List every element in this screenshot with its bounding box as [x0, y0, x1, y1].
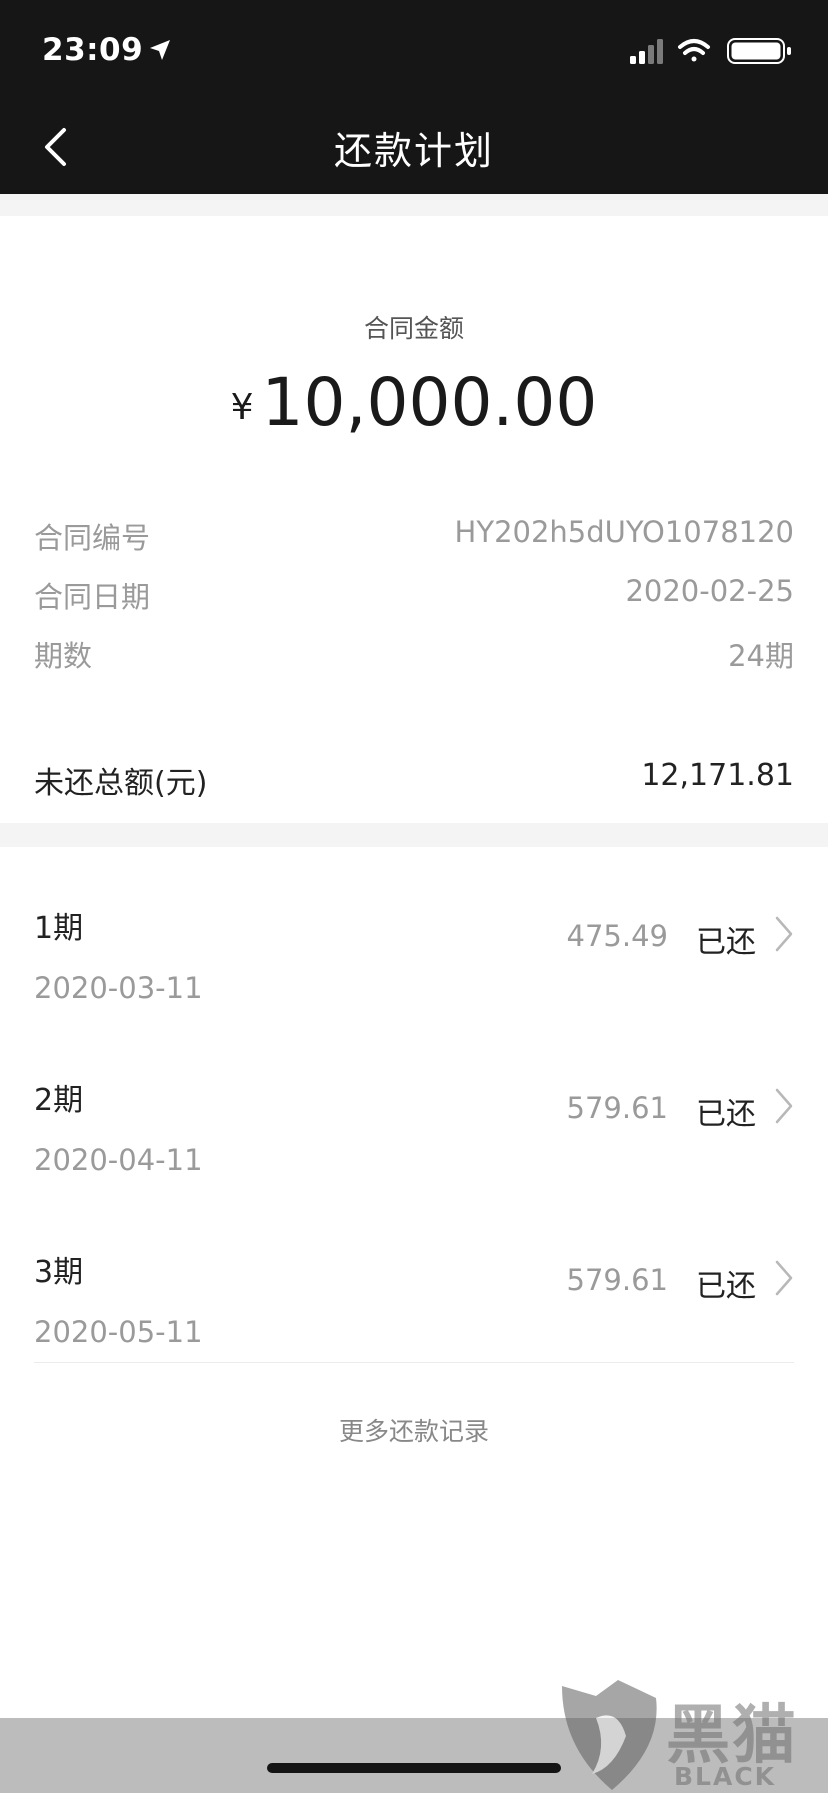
home-indicator[interactable] [267, 1763, 561, 1773]
contract-date-row: 合同日期 2020-02-25 [34, 574, 794, 614]
installment-period: 3期 [34, 1255, 84, 1290]
location-arrow-icon [150, 40, 170, 60]
installment-status: 已还 [696, 1097, 756, 1132]
outstanding-total-label: 未还总额(元) [34, 766, 208, 801]
installment-row[interactable]: 2期 2020-04-11 579.61 已还 [34, 1075, 794, 1195]
installment-amount: 579.61 [566, 1263, 668, 1297]
page-title: 还款计划 [333, 129, 494, 173]
installment-status: 已还 [696, 925, 756, 960]
periods-value: 24期 [728, 639, 794, 673]
contract-date-label: 合同日期 [34, 580, 151, 614]
black-cat-watermark: 黑猫 BLACK CAT [556, 1678, 828, 1793]
installment-amount: 475.49 [566, 919, 668, 953]
installment-period: 2期 [34, 1083, 84, 1118]
contract-number-row: 合同编号 HY202h5dUYO1078120 [34, 515, 794, 555]
section-spacer-mid [0, 823, 828, 847]
cat-shield-logo-icon [562, 1680, 657, 1790]
installment-period: 1期 [34, 911, 84, 946]
currency-symbol: ¥ [230, 387, 254, 428]
battery-icon [727, 38, 791, 64]
status-time: 23:09 [42, 32, 144, 68]
installment-status: 已还 [696, 1269, 756, 1304]
contract-number-value: HY202h5dUYO1078120 [454, 515, 794, 549]
installment-date: 2020-04-11 [34, 1143, 203, 1177]
chevron-right-icon [775, 916, 793, 952]
installment-amount: 579.61 [566, 1091, 668, 1125]
contract-amount: ¥10,000.00 [0, 364, 828, 441]
contract-date-value: 2020-02-25 [625, 574, 794, 608]
watermark-name-en: BLACK CAT [674, 1762, 777, 1793]
top-header: 23:09 还款计划 [0, 0, 828, 194]
outstanding-total-row: 未还总额(元) 12,171.81 [34, 758, 794, 801]
installment-date: 2020-03-11 [34, 971, 203, 1005]
cellular-signal-icon [630, 39, 663, 64]
chevron-right-icon [775, 1088, 793, 1124]
installment-row[interactable]: 1期 2020-03-11 475.49 已还 [34, 903, 794, 1023]
chevron-right-icon [775, 1260, 793, 1296]
status-indicators [630, 38, 791, 64]
installment-row[interactable]: 3期 2020-05-11 579.61 已还 [34, 1247, 794, 1367]
more-records-link[interactable]: 更多还款记录 [0, 1412, 828, 1448]
contract-amount-label: 合同金额 [363, 314, 464, 343]
wifi-icon [678, 39, 710, 62]
section-spacer-top [0, 194, 828, 216]
periods-row: 期数 24期 [34, 633, 794, 673]
list-divider [34, 1362, 794, 1363]
periods-label: 期数 [34, 639, 93, 673]
installment-date: 2020-05-11 [34, 1315, 203, 1349]
outstanding-total-value: 12,171.81 [641, 758, 794, 793]
contract-number-label: 合同编号 [34, 521, 151, 555]
contract-amount-value: 10,000.00 [261, 364, 598, 441]
